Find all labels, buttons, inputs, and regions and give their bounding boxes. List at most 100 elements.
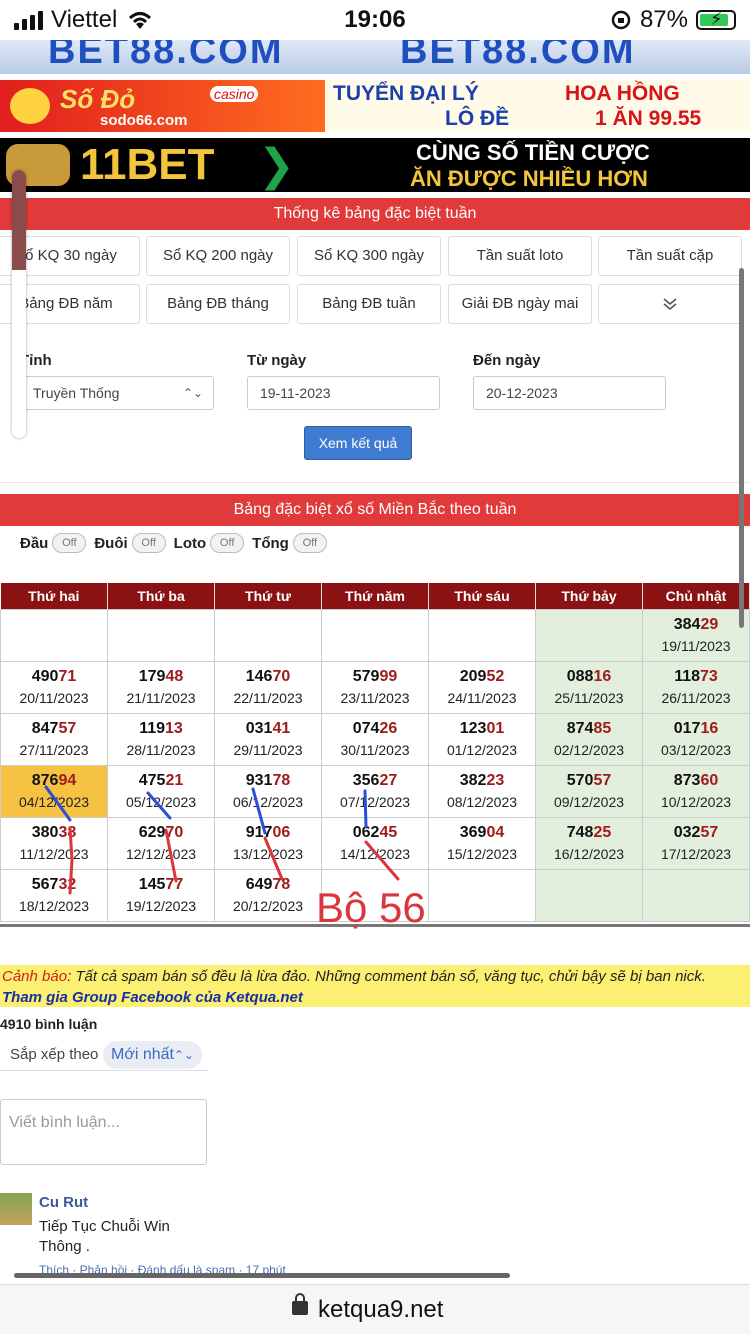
result-head: 088	[566, 668, 594, 685]
result-head: 874	[566, 720, 594, 737]
result-date: 15/12/2023	[446, 846, 518, 862]
result-head: 382	[459, 772, 487, 789]
result-head: 146	[245, 668, 273, 685]
sort-select[interactable]: Mới nhất ⌃⌄	[103, 1041, 202, 1069]
province-value: Truyền Thống	[33, 385, 120, 401]
weekday-wed: Thứ tư	[214, 583, 322, 609]
expand-more-button[interactable]	[598, 284, 742, 324]
toggle-duoi-label: Đuôi	[94, 534, 128, 552]
result-cell: 12301 01/12/2023	[428, 712, 536, 766]
result-cell	[214, 608, 322, 662]
result-date: 07/12/2023	[339, 794, 411, 810]
result-date: 02/12/2023	[553, 742, 625, 758]
result-cell: 87485 02/12/2023	[535, 712, 643, 766]
table-row: 87694 04/12/2023 47521 05/12/2023 93178 06/12…	[0, 764, 750, 818]
result-number: 06245	[322, 824, 428, 842]
bet88-banner[interactable]: BET88.COM BET88.COM	[0, 40, 750, 74]
result-date: 29/11/2023	[233, 742, 303, 758]
stats-section-header: Thống kê bảng đặc biệt tuần	[0, 198, 750, 230]
toggle-dau[interactable]: Off	[52, 533, 87, 553]
result-cell: 36904 15/12/2023	[428, 816, 536, 870]
result-cell	[0, 608, 108, 662]
toggle-loto[interactable]: Off	[210, 533, 245, 553]
result-cell: 38223 08/12/2023	[428, 764, 536, 818]
result-number: 03141	[215, 720, 321, 738]
result-date: 10/12/2023	[660, 794, 732, 810]
comment-count: 4910 bình luận	[0, 1016, 98, 1032]
result-head: 931	[245, 772, 273, 789]
result-date: 26/11/2023	[661, 690, 731, 706]
result-number: 93178	[215, 772, 321, 790]
from-date-input[interactable]: 19-11-2023	[247, 376, 440, 410]
result-cell: 06245 14/12/2023	[321, 816, 429, 870]
result-number: 11873	[643, 668, 749, 686]
vertical-scrollbar[interactable]	[739, 268, 744, 628]
horizontal-scrollbar[interactable]	[14, 1273, 510, 1278]
result-date: 28/11/2023	[126, 742, 196, 758]
result-head: 384	[673, 616, 701, 633]
result-number: 36904	[429, 824, 535, 842]
toggle-tong[interactable]: Off	[292, 533, 327, 553]
url-bar[interactable]: ketqua9.net	[0, 1284, 750, 1334]
result-head: 917	[245, 824, 273, 841]
status-bar: Viettel 19:06 87% ⚡	[0, 0, 750, 40]
select-caret-icon: ⌃⌄	[173, 1048, 194, 1062]
annotation-label: Bộ 56	[316, 884, 426, 931]
btn-tan-suat-loto[interactable]: Tần suất loto	[448, 236, 592, 276]
11bet-banner[interactable]: 11BET ❯ CÙNG SỐ TIỀN CƯỢC ĂN ĐƯỢC NHIỀU …	[0, 138, 750, 192]
bet88-left-text: BET88.COM	[48, 40, 284, 72]
commenter-name[interactable]: Cu Rut	[39, 1194, 88, 1211]
warning-label: Cảnh báo	[2, 968, 68, 985]
table-row: 38429 19/11/2023	[0, 608, 750, 662]
toggle-duoi[interactable]: Off	[131, 533, 166, 553]
btn-tan-suat-cap[interactable]: Tần suất cặp	[598, 236, 742, 276]
btn-kq-300[interactable]: Sổ KQ 300 ngày	[297, 236, 441, 276]
sodo-logo-icon	[10, 88, 50, 124]
result-head: 356	[352, 772, 380, 789]
result-number: 01716	[643, 720, 749, 738]
left-scroll-indicator[interactable]	[12, 170, 26, 438]
avatar[interactable]	[0, 1193, 32, 1225]
result-date: 24/11/2023	[447, 690, 517, 706]
to-date-input[interactable]: 20-12-2023	[473, 376, 666, 410]
weekday-thu: Thứ năm	[321, 583, 429, 609]
result-cell: 20952 24/11/2023	[428, 660, 536, 714]
result-number: 49071	[1, 668, 107, 686]
weekly-results-table: Thứ hai Thứ ba Thứ tư Thứ năm Thứ sáu Th…	[0, 583, 750, 922]
result-tail: 32	[58, 876, 77, 893]
btn-db-thang[interactable]: Bảng ĐB tháng	[146, 284, 290, 324]
result-tail: 70	[165, 824, 184, 841]
result-cell	[428, 608, 536, 662]
result-tail: 71	[58, 668, 77, 685]
facebook-group-link[interactable]: Tham gia Group Facebook của Ketqua.net	[2, 989, 303, 1006]
result-cell: 08816 25/11/2023	[535, 660, 643, 714]
result-date: 22/11/2023	[233, 690, 303, 706]
result-tail: 77	[165, 876, 184, 893]
result-date: 03/12/2023	[660, 742, 732, 758]
sodo-banner[interactable]: Số Đỏ casino sodo66.com TUYỂN ĐẠI LÝ HOA…	[0, 80, 750, 132]
result-tail: 16	[700, 720, 719, 737]
11bet-line1: CÙNG SỐ TIỀN CƯỢC	[416, 140, 650, 165]
result-date: 20/11/2023	[19, 690, 89, 706]
result-head: 118	[674, 668, 700, 685]
btn-db-tuan[interactable]: Bảng ĐB tuần	[297, 284, 441, 324]
result-head: 629	[138, 824, 166, 841]
btn-kq-200[interactable]: Sổ KQ 200 ngày	[146, 236, 290, 276]
province-select[interactable]: Truyền Thống ⌃⌄	[20, 376, 214, 410]
result-head: 490	[31, 668, 59, 685]
result-number: 12301	[429, 720, 535, 738]
result-tail: 78	[272, 876, 291, 893]
result-head: 119	[139, 720, 165, 737]
result-tail: 70	[272, 668, 291, 685]
result-number: 08816	[536, 668, 642, 686]
result-cell: 11913 28/11/2023	[107, 712, 215, 766]
result-cell: 11873 26/11/2023	[642, 660, 750, 714]
comment-input[interactable]: Viết bình luận...	[0, 1099, 207, 1165]
weekday-sat: Thứ bảy	[535, 583, 643, 609]
view-results-button[interactable]: Xem kết quả	[304, 426, 412, 460]
sodo-casino: casino	[210, 86, 259, 102]
result-number: 87485	[536, 720, 642, 738]
result-number: 47521	[108, 772, 214, 790]
result-cell: 57999 23/11/2023	[321, 660, 429, 714]
btn-db-ngay-mai[interactable]: Giải ĐB ngày mai	[448, 284, 592, 324]
